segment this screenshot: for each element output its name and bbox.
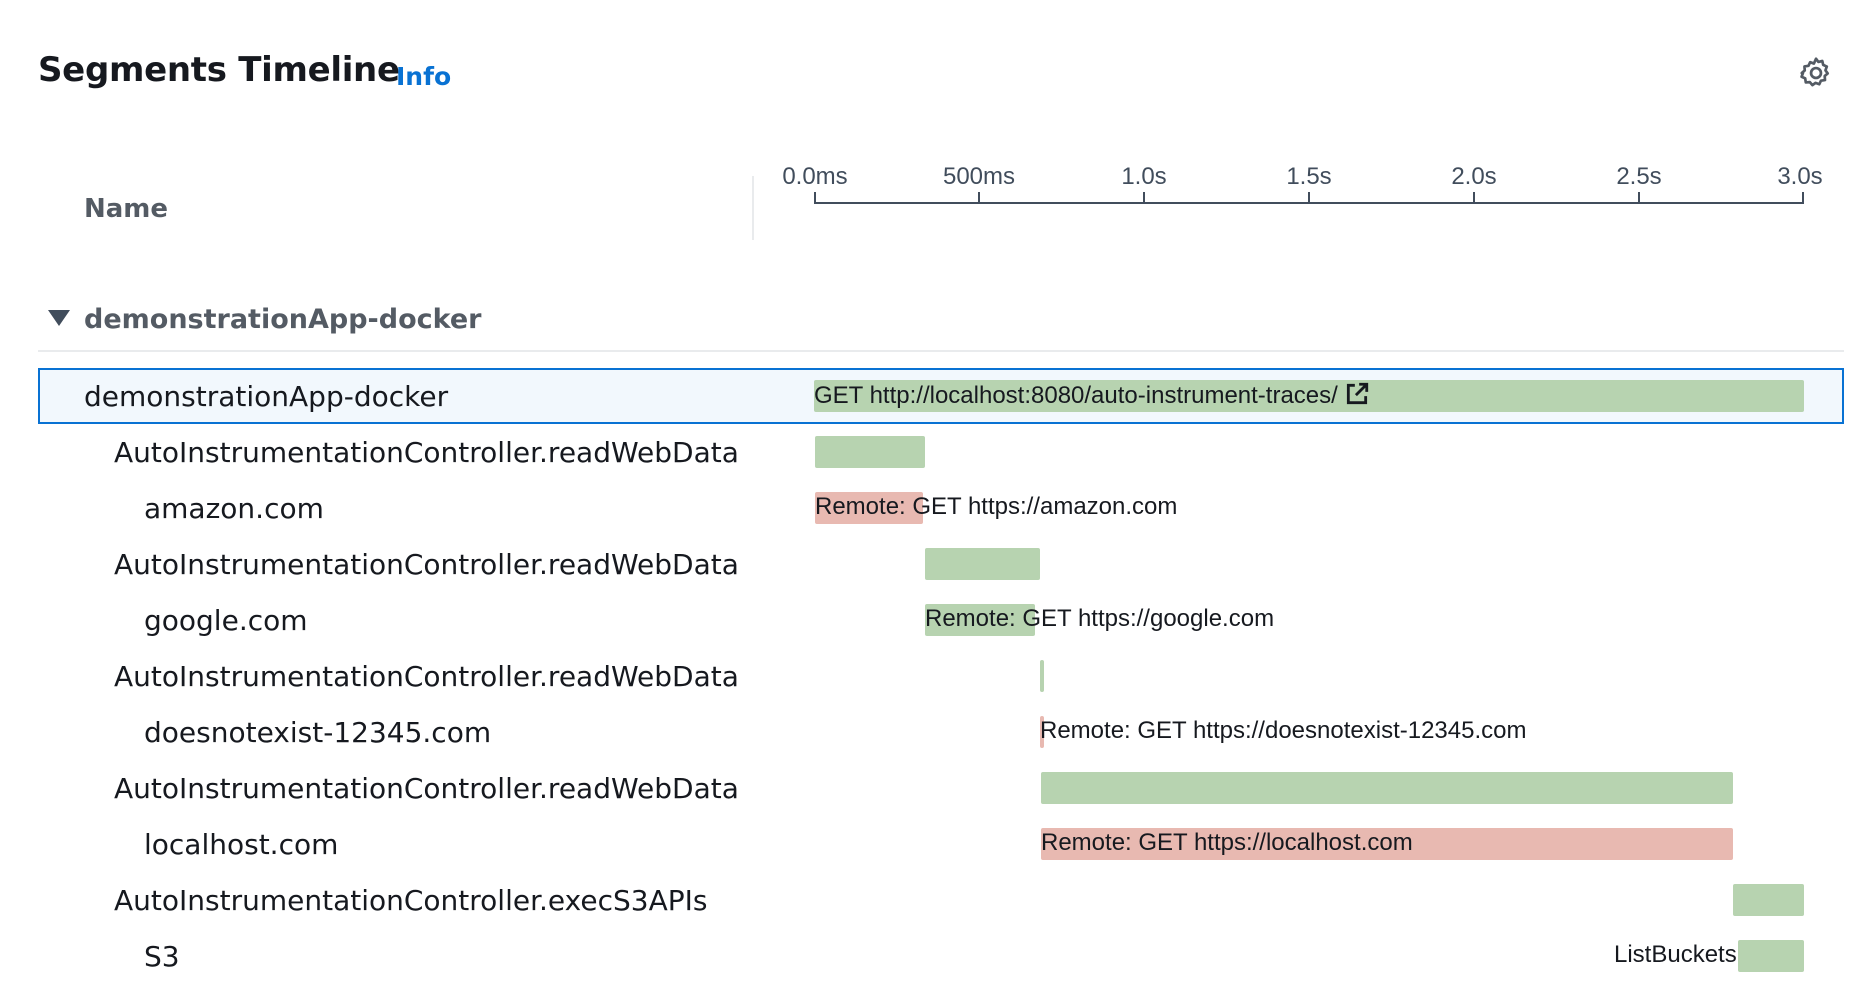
external-link-icon[interactable] bbox=[1344, 381, 1370, 407]
segment-row[interactable]: AutoInstrumentationController.execS3APIs bbox=[38, 872, 1844, 928]
segment-name: AutoInstrumentationController.readWebDat… bbox=[114, 660, 739, 693]
name-column-header[interactable]: Name bbox=[84, 194, 168, 224]
caret-down-icon[interactable] bbox=[48, 310, 70, 326]
axis-tick-label: 0.0ms bbox=[782, 163, 848, 190]
segment-name: doesnotexist-12345.com bbox=[144, 716, 492, 749]
segment-url: GET http://localhost:8080/auto-instrumen… bbox=[814, 382, 1338, 409]
axis-tick bbox=[1802, 192, 1804, 204]
segment-row[interactable]: AutoInstrumentationController.readWebDat… bbox=[38, 424, 1844, 480]
axis-tick bbox=[1143, 192, 1145, 204]
segment-row[interactable]: localhost.com Remote: GET https://localh… bbox=[38, 816, 1844, 872]
group-header[interactable]: demonstrationApp-docker bbox=[38, 298, 1844, 352]
segment-row[interactable]: google.com Remote: GET https://google.co… bbox=[38, 592, 1844, 648]
axis-tick bbox=[1308, 192, 1310, 204]
segment-row[interactable]: demonstrationApp-docker GET http://local… bbox=[38, 368, 1844, 424]
segment-bar-label: Remote: GET https://amazon.com bbox=[815, 493, 1178, 520]
segment-bar[interactable] bbox=[1733, 884, 1804, 916]
segment-name: AutoInstrumentationController.readWebDat… bbox=[114, 436, 739, 469]
segment-bar[interactable] bbox=[925, 548, 1040, 580]
segment-row[interactable]: doesnotexist-12345.com Remote: GET https… bbox=[38, 704, 1844, 760]
axis-tick bbox=[1473, 192, 1475, 204]
axis-tick-label: 2.5s bbox=[1616, 163, 1662, 190]
segment-name: localhost.com bbox=[144, 828, 339, 861]
axis-tick bbox=[978, 192, 980, 204]
axis-tick-label: 2.0s bbox=[1451, 163, 1497, 190]
segment-name: google.com bbox=[144, 604, 308, 637]
info-link[interactable]: Info bbox=[396, 62, 451, 91]
segment-name: demonstrationApp-docker bbox=[84, 380, 449, 413]
axis-tick-label: 500ms bbox=[942, 163, 1016, 190]
axis-tick-label: 1.5s bbox=[1286, 163, 1332, 190]
segment-bar-label: Remote: GET https://localhost.com bbox=[1041, 829, 1413, 856]
segment-row[interactable]: AutoInstrumentationController.readWebDat… bbox=[38, 648, 1844, 704]
segment-row[interactable]: amazon.com Remote: GET https://amazon.co… bbox=[38, 480, 1844, 536]
segment-bar-label: ListBuckets bbox=[1614, 941, 1737, 968]
axis-tick-label: 3.0s bbox=[1777, 163, 1823, 190]
gear-icon[interactable] bbox=[1798, 55, 1834, 91]
segment-bar[interactable] bbox=[1040, 660, 1044, 692]
segment-name: AutoInstrumentationController.readWebDat… bbox=[114, 548, 739, 581]
segment-bar[interactable] bbox=[1738, 940, 1804, 972]
column-divider[interactable] bbox=[752, 176, 754, 240]
axis-tick-label: 1.0s bbox=[1121, 163, 1167, 190]
segment-name: AutoInstrumentationController.execS3APIs bbox=[114, 884, 708, 917]
segment-row[interactable]: AutoInstrumentationController.readWebDat… bbox=[38, 760, 1844, 816]
segment-name: amazon.com bbox=[144, 492, 324, 525]
segment-name: S3 bbox=[144, 940, 180, 973]
segment-bar-label: Remote: GET https://google.com bbox=[925, 605, 1275, 632]
segment-bar[interactable] bbox=[815, 436, 925, 468]
segment-name: AutoInstrumentationController.readWebDat… bbox=[114, 772, 739, 805]
axis-tick bbox=[814, 192, 816, 204]
segment-bar[interactable] bbox=[1041, 772, 1733, 804]
axis-tick bbox=[1638, 192, 1640, 204]
segment-row[interactable]: S3 ListBuckets bbox=[38, 928, 1844, 984]
segment-bar-label: GET http://localhost:8080/auto-instrumen… bbox=[814, 381, 1370, 410]
segment-row[interactable]: AutoInstrumentationController.readWebDat… bbox=[38, 536, 1844, 592]
group-label: demonstrationApp-docker bbox=[84, 304, 482, 335]
page-title: Segments Timeline bbox=[38, 50, 400, 90]
segment-bar-label: Remote: GET https://doesnotexist-12345.c… bbox=[1040, 717, 1527, 744]
